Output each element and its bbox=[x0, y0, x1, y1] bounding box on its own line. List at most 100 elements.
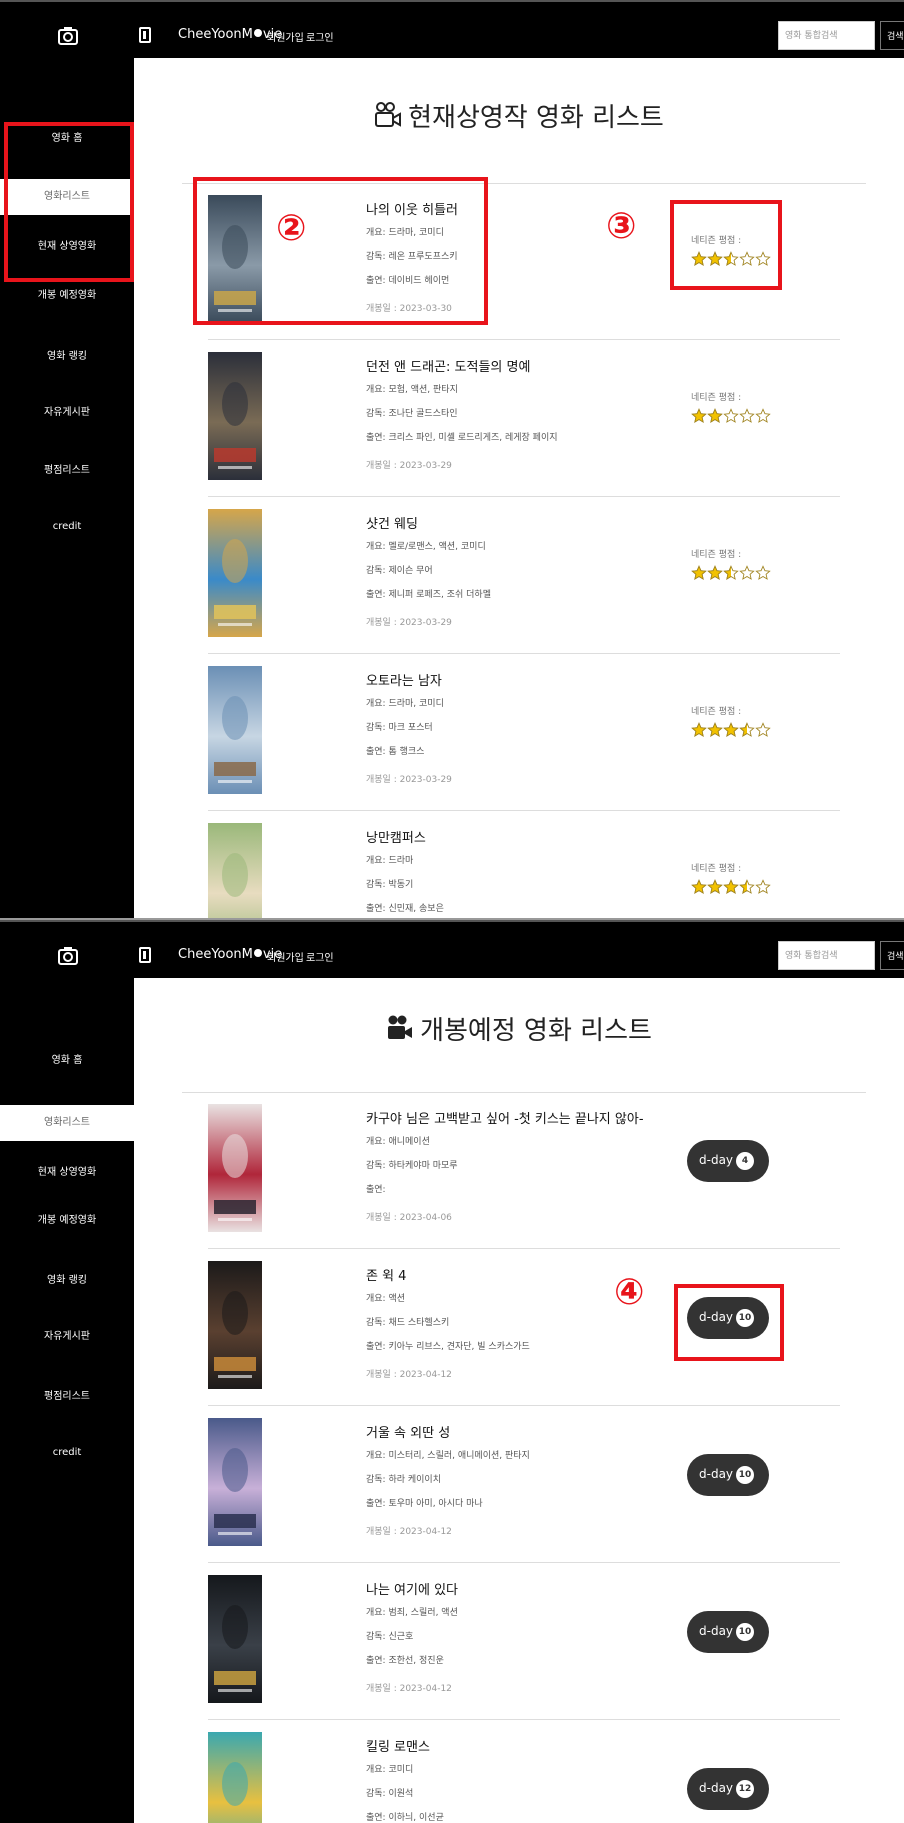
camera-icon[interactable] bbox=[58, 27, 78, 45]
signup-link[interactable]: 회원가입 bbox=[267, 29, 304, 44]
movie-cast: 출연: 제니퍼 로페즈, 조쉬 더하멜 bbox=[366, 590, 491, 600]
movie-cast: 출연: bbox=[366, 1185, 386, 1195]
sidebar-toggle-icon[interactable] bbox=[139, 947, 151, 963]
movie-director: 감독: 제이슨 무어 bbox=[366, 566, 433, 576]
movie-title[interactable]: 낭만캠퍼스 bbox=[366, 827, 426, 846]
movie-poster[interactable] bbox=[208, 1575, 262, 1703]
dday-badge[interactable]: d-day 10 bbox=[687, 1611, 769, 1653]
star-full-icon bbox=[691, 879, 707, 899]
search-button[interactable]: 검색 bbox=[880, 941, 904, 970]
sidebar-item[interactable]: 평점리스트 bbox=[0, 1379, 134, 1415]
sidebar-item[interactable]: credit bbox=[0, 509, 134, 545]
sidebar: 영화 홈영화리스트현재 상영영화개봉 예정영화영화 랭킹자유게시판평점리스트 cr… bbox=[0, 978, 134, 1823]
screen-now-showing: CheeYoonMvie회원가입로그인검색영화 홈영화리스트현재 상영영화개봉 … bbox=[0, 0, 904, 920]
movie-title[interactable]: 나는 여기에 있다 bbox=[366, 1579, 458, 1598]
sidebar-item[interactable]: 자유게시판 bbox=[0, 395, 134, 431]
movie-genre: 개요: 액션 bbox=[366, 1294, 406, 1304]
highlight-movie-info-box bbox=[193, 177, 488, 325]
movie-item: 거울 속 외딴 성 개요: 미스터리, 스릴러, 애니메이션, 판타지 감독: 하라… bbox=[208, 1406, 840, 1563]
movie-title[interactable]: 던전 앤 드래곤: 도적들의 명예 bbox=[366, 356, 530, 375]
star-full-icon bbox=[691, 722, 707, 742]
movie-genre: 개요: 애니메이션 bbox=[366, 1137, 430, 1147]
star-full-icon bbox=[707, 565, 723, 585]
star-half-icon bbox=[723, 565, 739, 585]
camera-icon[interactable] bbox=[58, 947, 78, 965]
sidebar-item[interactable]: 영화 홈 bbox=[0, 1043, 134, 1079]
movie-poster[interactable] bbox=[208, 666, 262, 794]
movie-director: 감독: 마크 포스터 bbox=[366, 723, 433, 733]
movie-director: 감독: 박동기 bbox=[366, 880, 414, 890]
annotation-marker-2: ② bbox=[276, 208, 307, 249]
brand-dot-icon bbox=[253, 949, 262, 957]
dday-count-badge: 10 bbox=[736, 1623, 754, 1641]
movie-cast: 출연: 신민재, 송보은 bbox=[366, 904, 444, 914]
top-navbar: CheeYoonMvie회원가입로그인검색 bbox=[0, 920, 904, 978]
camera-reels-outline-icon bbox=[374, 101, 402, 136]
movie-title[interactable]: 킬링 로맨스 bbox=[366, 1736, 430, 1755]
search-input[interactable] bbox=[778, 941, 875, 970]
page-title: 개봉예정 영화 리스트 bbox=[134, 1010, 904, 1049]
star-full-icon bbox=[723, 879, 739, 899]
movie-poster[interactable] bbox=[208, 352, 262, 480]
movie-item: 오토라는 남자 개요: 드라마, 코미디 감독: 마크 포스터 출연: 톰 행크스 개봉… bbox=[208, 654, 840, 811]
sidebar-item[interactable]: 영화리스트 bbox=[0, 1105, 134, 1141]
movie-title[interactable]: 거울 속 외딴 성 bbox=[366, 1422, 450, 1441]
movie-item: 낭만캠퍼스개요: 드라마감독: 박동기출연: 신민재, 송보은개봉일 : 202… bbox=[208, 811, 840, 920]
movie-title[interactable]: 존 윅 4 bbox=[366, 1265, 406, 1284]
dday-count-badge: 4 bbox=[736, 1152, 754, 1170]
sidebar-item[interactable]: 개봉 예정영화 bbox=[0, 278, 134, 314]
star-empty-icon bbox=[723, 408, 739, 428]
star-full-icon bbox=[707, 879, 723, 899]
movie-title[interactable]: 샷건 웨딩 bbox=[366, 513, 418, 532]
movie-genre: 개요: 코미디 bbox=[366, 1765, 414, 1775]
star-half-icon bbox=[739, 722, 755, 742]
dday-label: d-day bbox=[699, 1624, 734, 1638]
movie-release-date: 개봉일 : 2023-03-29 bbox=[366, 775, 452, 785]
movie-poster[interactable] bbox=[208, 509, 262, 637]
movie-poster[interactable] bbox=[208, 1732, 262, 1823]
sidebar-item[interactable]: 현재 상영영화 bbox=[0, 1155, 134, 1191]
sidebar-toggle-icon[interactable] bbox=[139, 27, 151, 43]
star-empty-icon bbox=[755, 879, 771, 899]
movie-cast: 출연: 크리스 파인, 미셸 로드리게즈, 레게장 페이지 bbox=[366, 433, 558, 443]
movie-genre: 개요: 미스터리, 스릴러, 애니메이션, 판타지 bbox=[366, 1451, 530, 1461]
login-link[interactable]: 로그인 bbox=[306, 29, 334, 44]
sidebar-item[interactable]: 영화 랭킹 bbox=[0, 1263, 134, 1299]
annotation-marker-4: ④ bbox=[614, 1272, 645, 1313]
dday-count-badge: 10 bbox=[736, 1466, 754, 1484]
dday-badge[interactable]: d-day 10 bbox=[687, 1454, 769, 1496]
dday-badge[interactable]: d-day 4 bbox=[687, 1140, 769, 1182]
sidebar-item[interactable]: 영화 랭킹 bbox=[0, 339, 134, 375]
movie-item: 킬링 로맨스 개요: 코미디 감독: 이원석 출연: 이하늬, 이선균 d-day 12 bbox=[208, 1720, 840, 1823]
movie-cast: 출연: 토우마 아미, 아시다 마나 bbox=[366, 1499, 483, 1509]
sidebar-item[interactable]: 자유게시판 bbox=[0, 1319, 134, 1355]
camera-reels-fill-icon bbox=[386, 1014, 414, 1049]
movie-release-date: 개봉일 : 2023-04-12 bbox=[366, 1370, 452, 1380]
search-input[interactable] bbox=[778, 21, 875, 50]
signup-link[interactable]: 회원가입 bbox=[267, 949, 304, 964]
movie-poster[interactable] bbox=[208, 823, 262, 920]
sidebar-item[interactable]: 개봉 예정영화 bbox=[0, 1203, 134, 1239]
brand-text-prefix: CheeYoonM bbox=[178, 27, 253, 42]
movie-title[interactable]: 오토라는 남자 bbox=[366, 670, 442, 689]
netizen-rating-label: 네티즌 평점 : bbox=[691, 864, 742, 874]
movie-director: 감독: 신근호 bbox=[366, 1632, 414, 1642]
movie-release-date: 개봉일 : 2023-04-12 bbox=[366, 1684, 452, 1694]
dday-badge[interactable]: d-day 12 bbox=[687, 1768, 769, 1810]
movie-title[interactable]: 카구야 님은 고백받고 싶어 -첫 키스는 끝나지 않아- bbox=[366, 1108, 644, 1127]
movie-genre: 개요: 범죄, 스릴러, 액션 bbox=[366, 1608, 458, 1618]
sidebar-item[interactable]: credit bbox=[0, 1435, 134, 1471]
sidebar-item[interactable]: 평점리스트 bbox=[0, 453, 134, 489]
search-button[interactable]: 검색 bbox=[880, 21, 904, 50]
movie-poster[interactable] bbox=[208, 1104, 262, 1232]
movie-poster[interactable] bbox=[208, 1261, 262, 1389]
netizen-rating-label: 네티즌 평점 : bbox=[691, 550, 742, 560]
dday-label: d-day bbox=[699, 1467, 734, 1481]
login-link[interactable]: 로그인 bbox=[306, 949, 334, 964]
top-navbar: CheeYoonMvie회원가입로그인검색 bbox=[0, 0, 904, 58]
movie-poster[interactable] bbox=[208, 1418, 262, 1546]
annotation-marker-3: ③ bbox=[606, 206, 637, 247]
movie-genre: 개요: 모험, 액션, 판타지 bbox=[366, 385, 458, 395]
star-rating bbox=[691, 565, 811, 585]
movie-cast: 출연: 이하늬, 이선균 bbox=[366, 1813, 444, 1823]
